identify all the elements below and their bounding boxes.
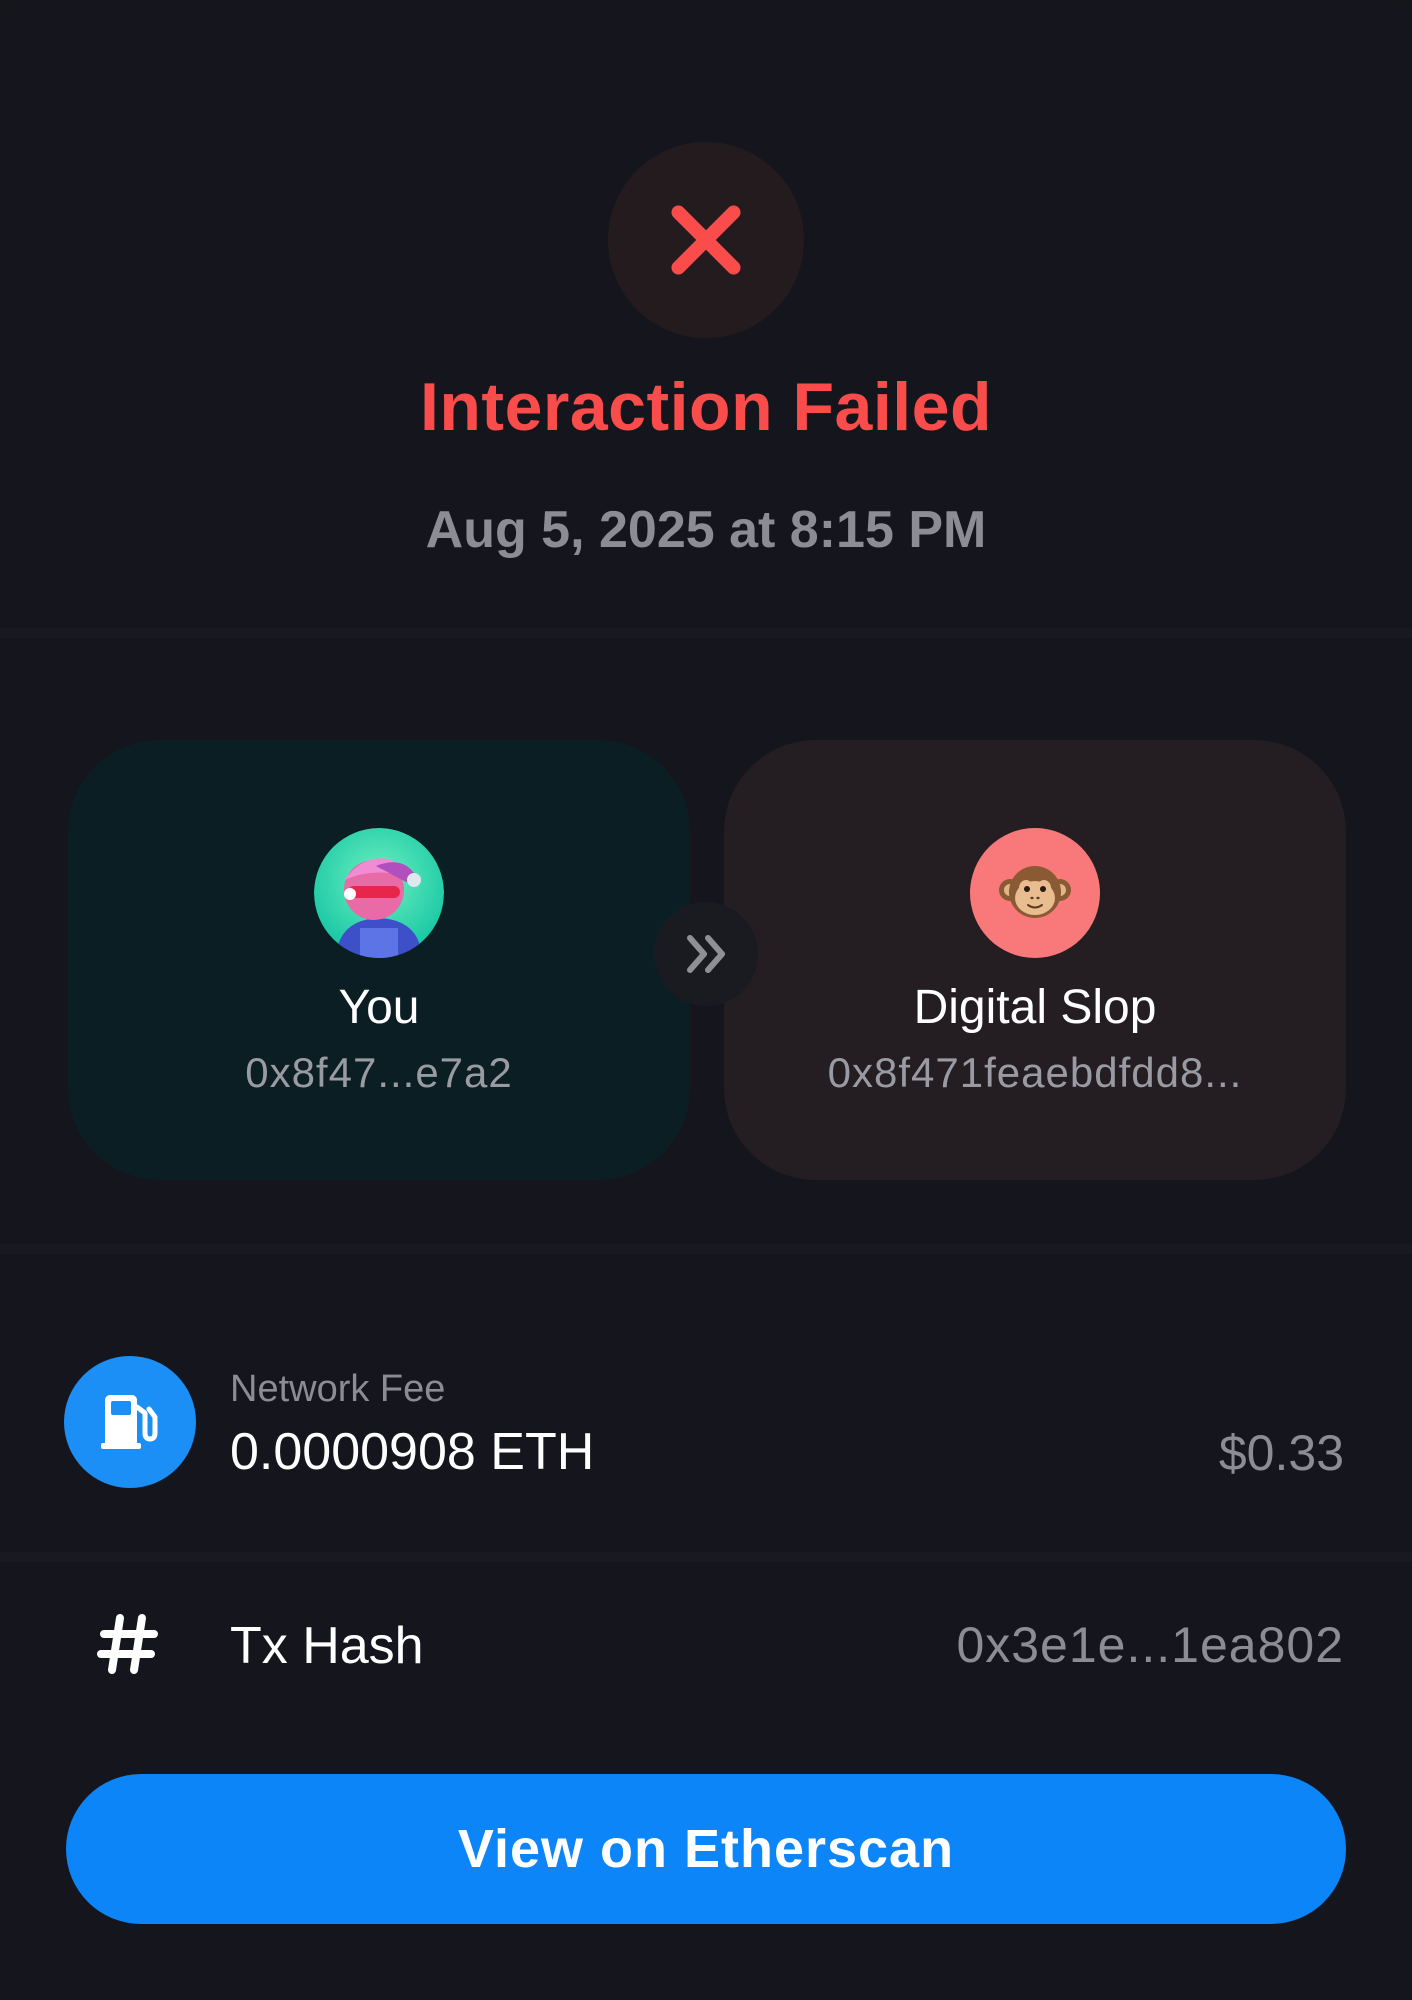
- recipient-card[interactable]: Digital Slop 0x8f471feaebdfdd8...: [724, 740, 1346, 1180]
- failed-status-badge: [608, 142, 804, 338]
- network-fee-usd: $0.33: [1218, 1425, 1344, 1481]
- sender-card[interactable]: You 0x8f47...e7a2: [68, 740, 690, 1180]
- recipient-address: 0x8f471feaebdfdd8...: [827, 1049, 1243, 1096]
- tx-hash-value[interactable]: 0x3e1e...1ea802: [956, 1616, 1344, 1674]
- hash-icon: [97, 1614, 158, 1674]
- double-chevron-right-icon: [687, 935, 725, 973]
- status-title: Interaction Failed: [420, 369, 992, 445]
- transaction-detail-sheet: Interaction Failed Aug 5, 2025 at 8:15 P…: [0, 0, 1412, 2000]
- divider: [0, 1244, 1412, 1254]
- view-on-etherscan-button[interactable]: View on Etherscan: [66, 1774, 1346, 1924]
- recipient-avatar: [970, 828, 1100, 958]
- network-fee-label: Network Fee: [230, 1368, 446, 1410]
- divider: [0, 1552, 1412, 1562]
- monkey-icon: [999, 866, 1071, 918]
- gas-pump-icon-badge: [64, 1356, 196, 1488]
- transaction-date: Aug 5, 2025 at 8:15 PM: [425, 501, 987, 559]
- divider: [0, 628, 1412, 638]
- sender-avatar: [314, 828, 444, 958]
- sender-address: 0x8f47...e7a2: [245, 1049, 513, 1096]
- sender-name: You: [338, 981, 420, 1034]
- network-fee-amount: 0.0000908 ETH: [230, 1423, 595, 1481]
- transfer-direction-badge: [654, 902, 758, 1006]
- recipient-name: Digital Slop: [913, 981, 1157, 1034]
- gas-pump-icon: [101, 1395, 158, 1449]
- tx-hash-label: Tx Hash: [230, 1617, 424, 1675]
- close-icon: [671, 205, 741, 275]
- nft-avatar-icon: [314, 828, 444, 958]
